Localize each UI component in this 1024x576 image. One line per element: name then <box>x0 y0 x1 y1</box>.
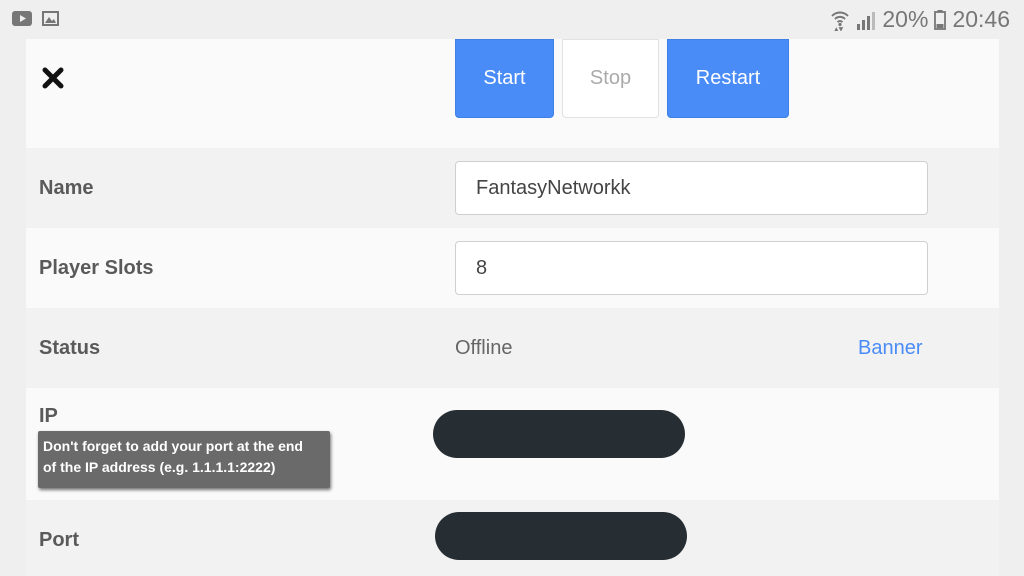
ip-label: IP <box>39 405 58 427</box>
port-input-redacted[interactable] <box>435 512 687 560</box>
ip-tooltip-line-1: Don't forget to add your port at the end <box>43 438 303 454</box>
status-label: Status <box>39 337 101 359</box>
ip-help-tooltip: Don't forget to add your port at the end… <box>38 431 330 488</box>
player-slots-row: Player Slots 8 <box>26 228 999 308</box>
status-row: Status Offline Banner <box>26 308 999 388</box>
player-slots-input[interactable]: 8 <box>455 241 928 295</box>
banner-link[interactable]: Banner <box>858 337 923 360</box>
youtube-icon <box>12 11 32 26</box>
port-row: Port <box>26 500 999 576</box>
image-icon <box>42 11 59 26</box>
signal-icon <box>856 10 876 30</box>
name-row: Name FantasyNetworkk <box>26 148 999 228</box>
action-row: Start Stop Restart <box>26 39 999 148</box>
clock: 20:46 <box>952 6 1010 32</box>
name-input-value: FantasyNetworkk <box>476 176 631 199</box>
port-label: Port <box>39 529 79 551</box>
name-label: Name <box>39 177 94 199</box>
status-value: Offline <box>455 337 513 359</box>
status-bar: ▲▼ 20% 20:46 <box>0 0 1024 39</box>
restart-button[interactable]: Restart <box>667 39 789 118</box>
player-slots-label: Player Slots <box>39 257 154 279</box>
battery-icon <box>934 9 947 30</box>
name-input[interactable]: FantasyNetworkk <box>455 161 928 215</box>
ip-input-redacted[interactable] <box>433 410 685 458</box>
ip-row: IP Don't forget to add your port at the … <box>26 388 999 500</box>
ip-tooltip-line-2: of the IP address (e.g. 1.1.1.1:2222) <box>43 459 276 475</box>
player-slots-value: 8 <box>476 256 488 279</box>
start-button[interactable]: Start <box>455 39 554 118</box>
wifi-icon: ▲▼ <box>830 9 850 31</box>
svg-text:▲▼: ▲▼ <box>834 26 844 31</box>
battery-percent: 20% <box>882 6 929 32</box>
stop-button[interactable]: Stop <box>562 39 659 118</box>
close-icon[interactable] <box>42 67 64 89</box>
